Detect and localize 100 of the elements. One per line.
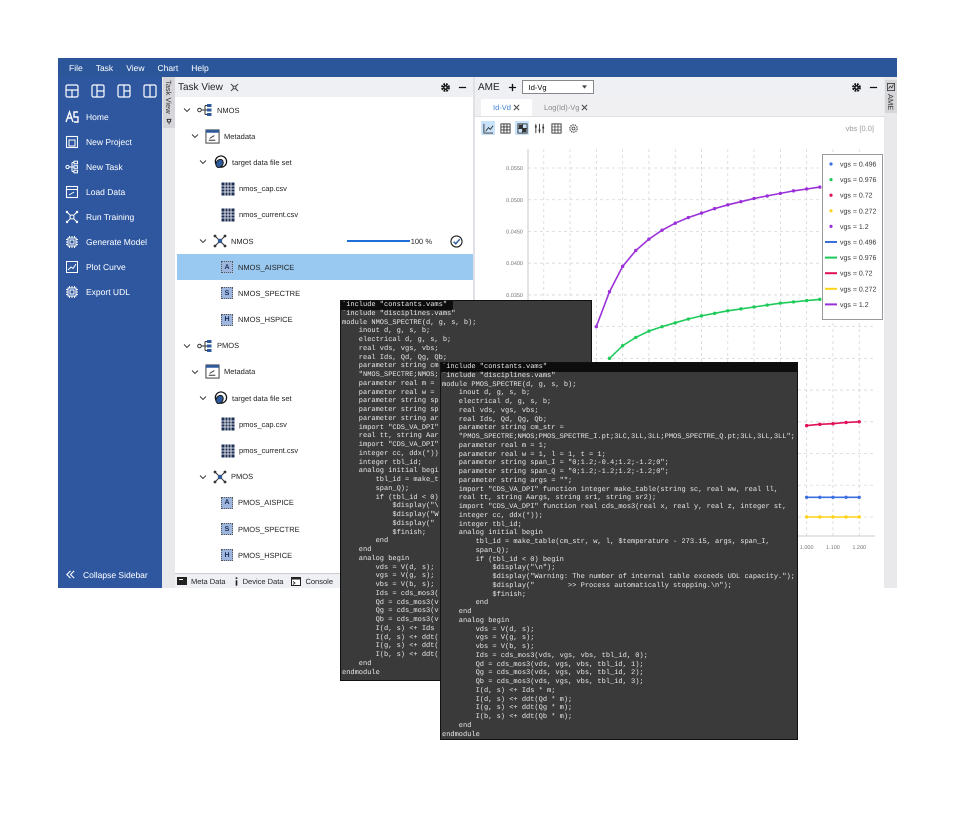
logo-icon [65,110,79,124]
data-point [686,216,690,220]
sidebar-item[interactable]: Load Data [58,179,162,204]
chevron-icon[interactable] [199,158,207,166]
info-icon [234,576,239,586]
data-point [804,298,808,302]
data-point [818,422,822,426]
data-point [712,206,716,210]
data-point [778,301,782,305]
chevron-icon[interactable] [199,394,207,402]
data-point [804,187,808,191]
data-point [620,264,624,268]
chevron-icon[interactable] [183,342,191,350]
layout-icon[interactable] [65,84,79,98]
network-icon [213,234,227,248]
toolbar-button[interactable] [566,121,580,135]
menu-item[interactable]: Help [186,62,217,72]
data-point [674,222,677,225]
legend-marker-icon [829,162,833,166]
chip-icon [65,234,79,248]
add-icon[interactable] [508,82,517,92]
collapse-sidebar-button[interactable]: Collapse Sidebar [58,562,162,587]
data-point [674,321,677,325]
layout-icon[interactable] [117,84,131,98]
chevron-icon[interactable] [199,237,207,246]
sidebar-item[interactable]: New Task [58,154,162,179]
sidebar-item[interactable]: Export UDL [58,279,162,304]
data-point [818,185,822,189]
hierarchy-icon [65,160,79,174]
data-point [726,203,730,207]
data-point [594,324,598,328]
table-icon [221,208,235,222]
data-point [792,300,796,304]
overlapping-circles-icon [213,390,228,406]
data-point [608,290,612,294]
toolbar-button[interactable] [498,121,512,135]
data-point [831,496,835,499]
data-point [804,515,808,519]
menu-item[interactable]: Chart [152,62,186,72]
data-point [858,420,861,424]
data-point [831,515,835,519]
toolbar-button[interactable] [532,121,546,135]
data-point [608,356,612,360]
toolbar-button[interactable] [481,121,495,135]
data-point [792,189,796,193]
data-point [844,496,848,499]
data-point [766,303,769,307]
table-icon [221,417,235,432]
data-point [752,196,756,200]
toolbar-button[interactable] [549,121,563,135]
panel-title: AME [478,82,500,92]
hierarchy-icon [197,338,213,353]
data-point [660,228,664,232]
legend-marker-icon [829,194,833,197]
chevron-icon[interactable] [199,472,207,481]
data-point [726,309,730,312]
menu-item[interactable]: File [64,62,91,72]
data-point [818,496,822,499]
data-point [818,298,822,302]
double-chevron-icon [65,569,76,580]
form-icon [205,364,220,380]
data-point [804,424,808,428]
terminal-icon [291,576,302,586]
caret-icon [582,85,587,89]
chart-icon [65,260,79,274]
toolbar-button[interactable] [515,121,529,135]
legend-marker-icon [829,224,833,228]
form-icon [65,184,79,198]
close-icon[interactable] [512,104,520,111]
sidebar-item[interactable]: Plot Curve [58,254,162,279]
layout-icon[interactable] [91,84,105,98]
data-point [804,496,808,499]
close-icon[interactable] [581,104,588,111]
card-icon [177,577,187,585]
sidebar-item[interactable]: New Project [58,129,162,154]
data-point [686,317,690,321]
settings-icon[interactable] [851,82,862,92]
sidebar-item[interactable]: Run Training [58,204,162,229]
settings-icon[interactable] [440,82,451,92]
chevron-icon[interactable] [183,106,191,114]
data-point [766,194,769,198]
sidebar-item[interactable]: Home [58,104,162,129]
form-icon [205,128,220,144]
data-point [700,211,704,215]
chart-icon [886,83,894,91]
layout-icon[interactable] [143,84,157,98]
chevron-icon[interactable] [191,132,199,140]
data-point [700,314,704,318]
data-point [620,344,624,348]
table-icon [221,444,235,458]
sidebar-item[interactable]: Generate Model [58,229,162,254]
network-icon [65,210,79,224]
menu-item[interactable]: View [121,62,152,72]
data-point [634,336,638,340]
panel-title: Task View [178,82,223,92]
menu-item[interactable]: Task [90,62,122,72]
hierarchy-icon [197,103,213,118]
chevron-icon[interactable] [191,368,199,376]
legend-marker-icon [829,209,833,212]
overlapping-circles-icon [213,154,228,170]
